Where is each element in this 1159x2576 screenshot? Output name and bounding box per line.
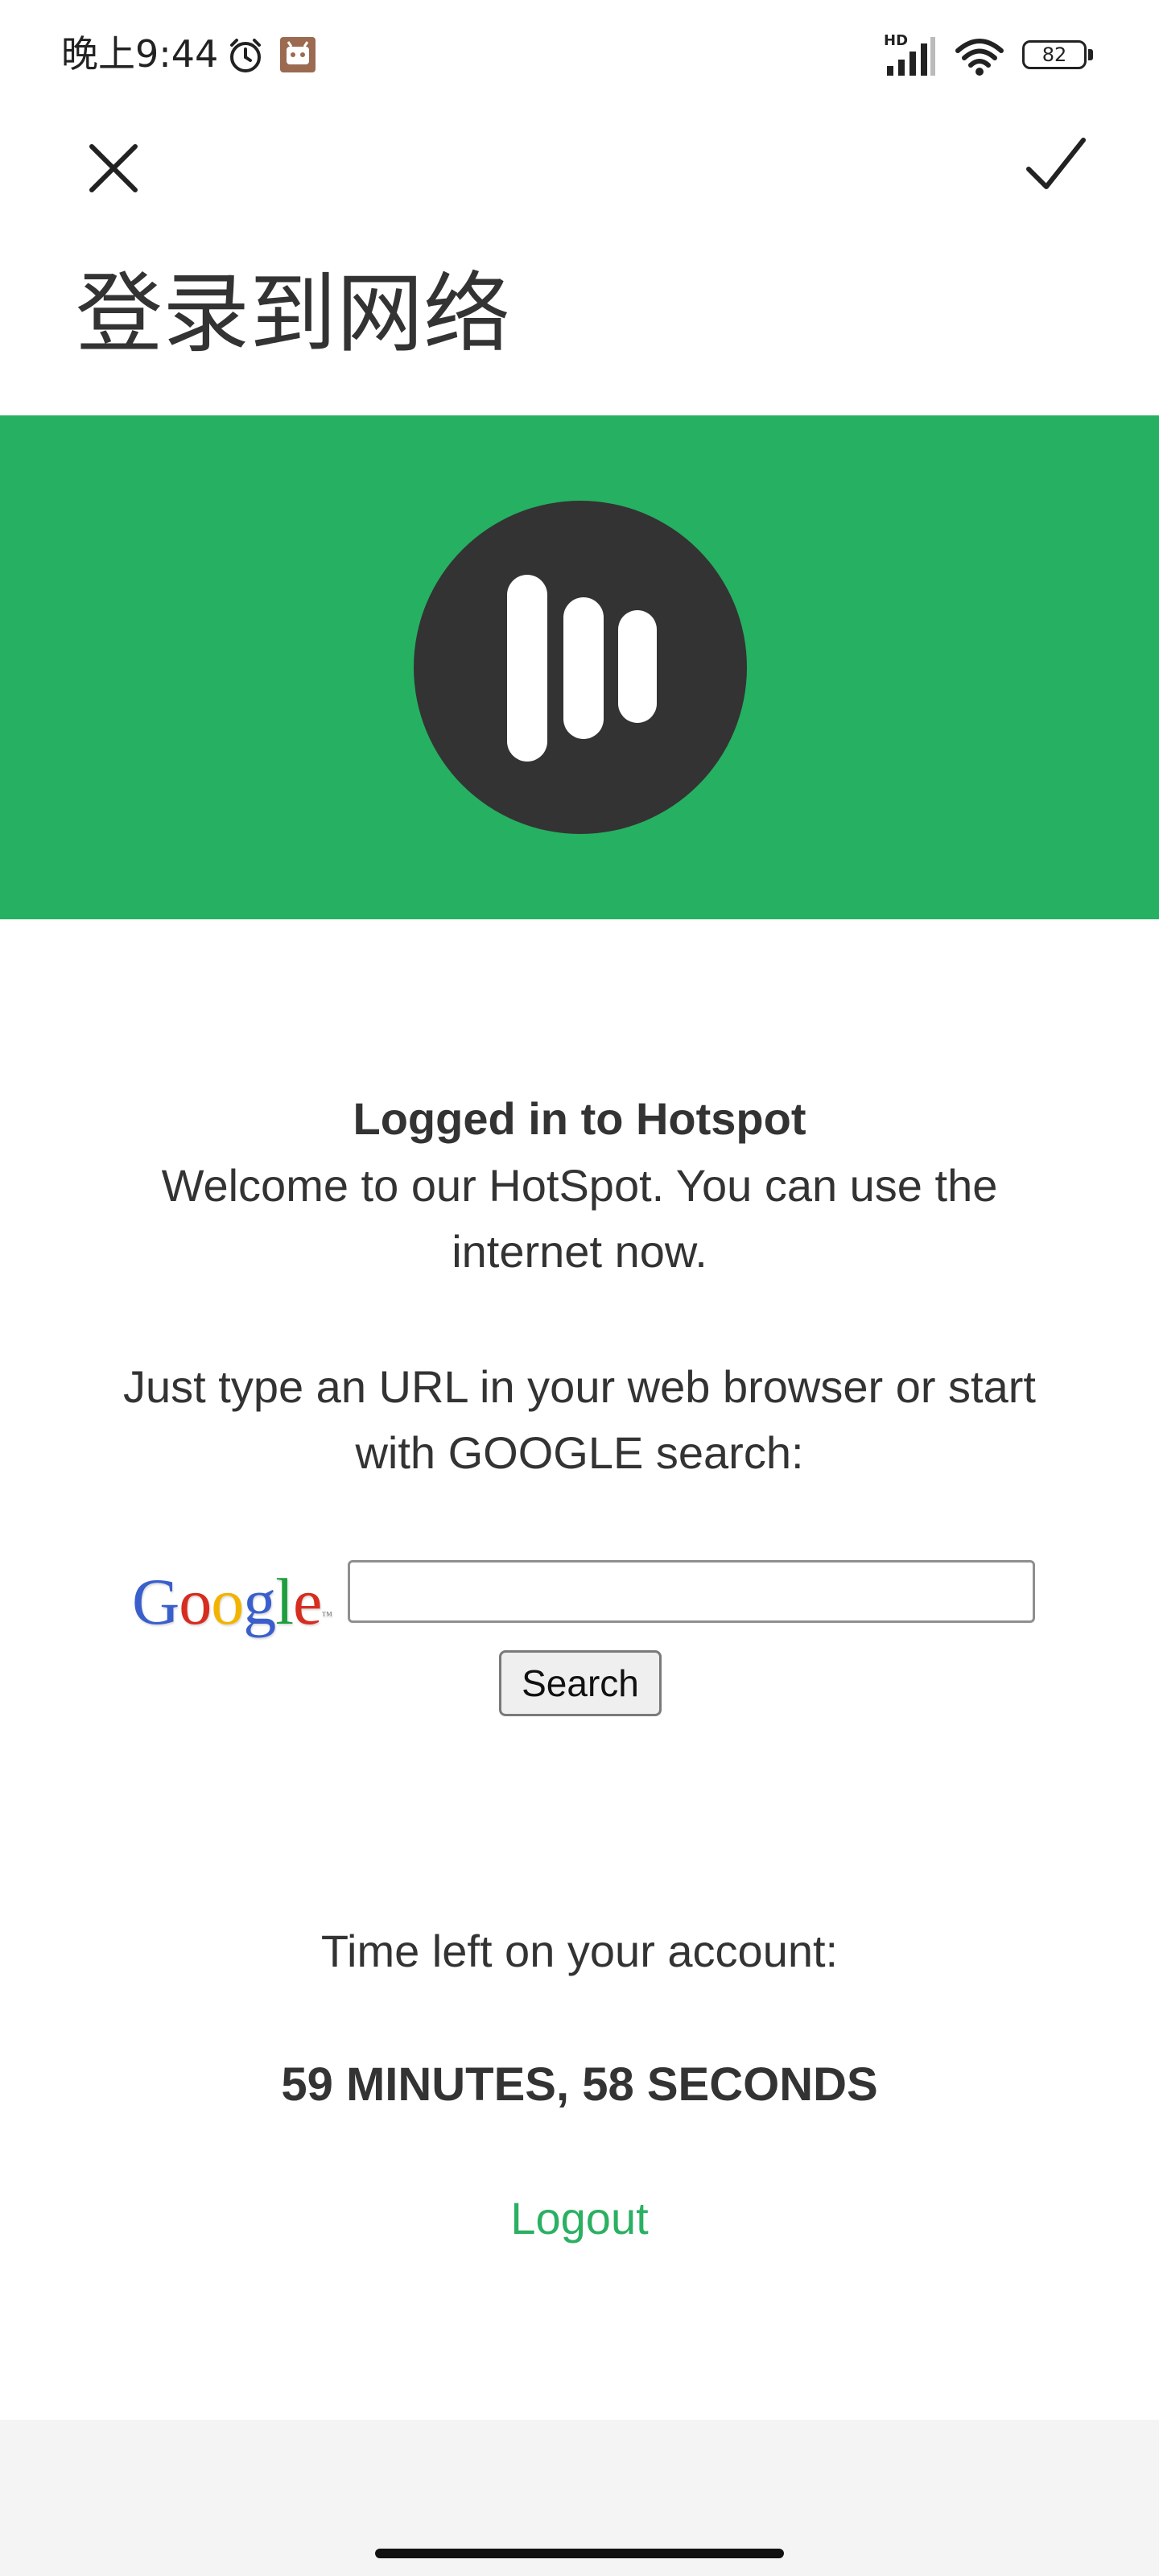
status-icons: HD 82 <box>884 32 1095 77</box>
search-button[interactable]: Search <box>499 1650 662 1716</box>
status-time: 晚上9:44 <box>61 32 219 76</box>
google-tm: ™ <box>321 1610 332 1622</box>
time-left-value: 59 MINUTES, 58 SECONDS <box>281 2058 878 2111</box>
logo-bar-1 <box>507 575 547 762</box>
check-icon[interactable] <box>1022 132 1090 200</box>
google-search-input[interactable] <box>348 1560 1035 1623</box>
home-indicator[interactable] <box>375 2549 784 2558</box>
time-left-label: Time left on your account: <box>320 1926 839 1976</box>
app-notification-icon <box>280 37 316 72</box>
logo-bar-3 <box>618 610 657 723</box>
welcome-text: Welcome to our HotSpot. You can use the … <box>161 1160 998 1277</box>
wifi-icon <box>955 39 1004 76</box>
page-title: 登录到网络 <box>76 264 511 365</box>
alarm-icon <box>230 39 261 72</box>
logged-in-heading: Logged in to Hotspot <box>353 1093 806 1144</box>
logo-bar-2 <box>563 597 604 739</box>
status-bar: 晚上9:44 HD 82 <box>0 0 1159 113</box>
close-icon[interactable] <box>80 135 146 201</box>
hero-banner <box>0 415 1159 919</box>
google-logo: Google™ <box>132 1565 332 1638</box>
battery-level: 82 <box>1041 43 1067 66</box>
logout-link[interactable]: Logout <box>0 2186 1159 2251</box>
instructions-text: Just type an URL in your web browser or … <box>123 1361 1036 1478</box>
battery-icon: 82 <box>1022 40 1095 72</box>
signal-icon: HD <box>884 32 937 77</box>
hotspot-logo-icon <box>414 501 747 834</box>
